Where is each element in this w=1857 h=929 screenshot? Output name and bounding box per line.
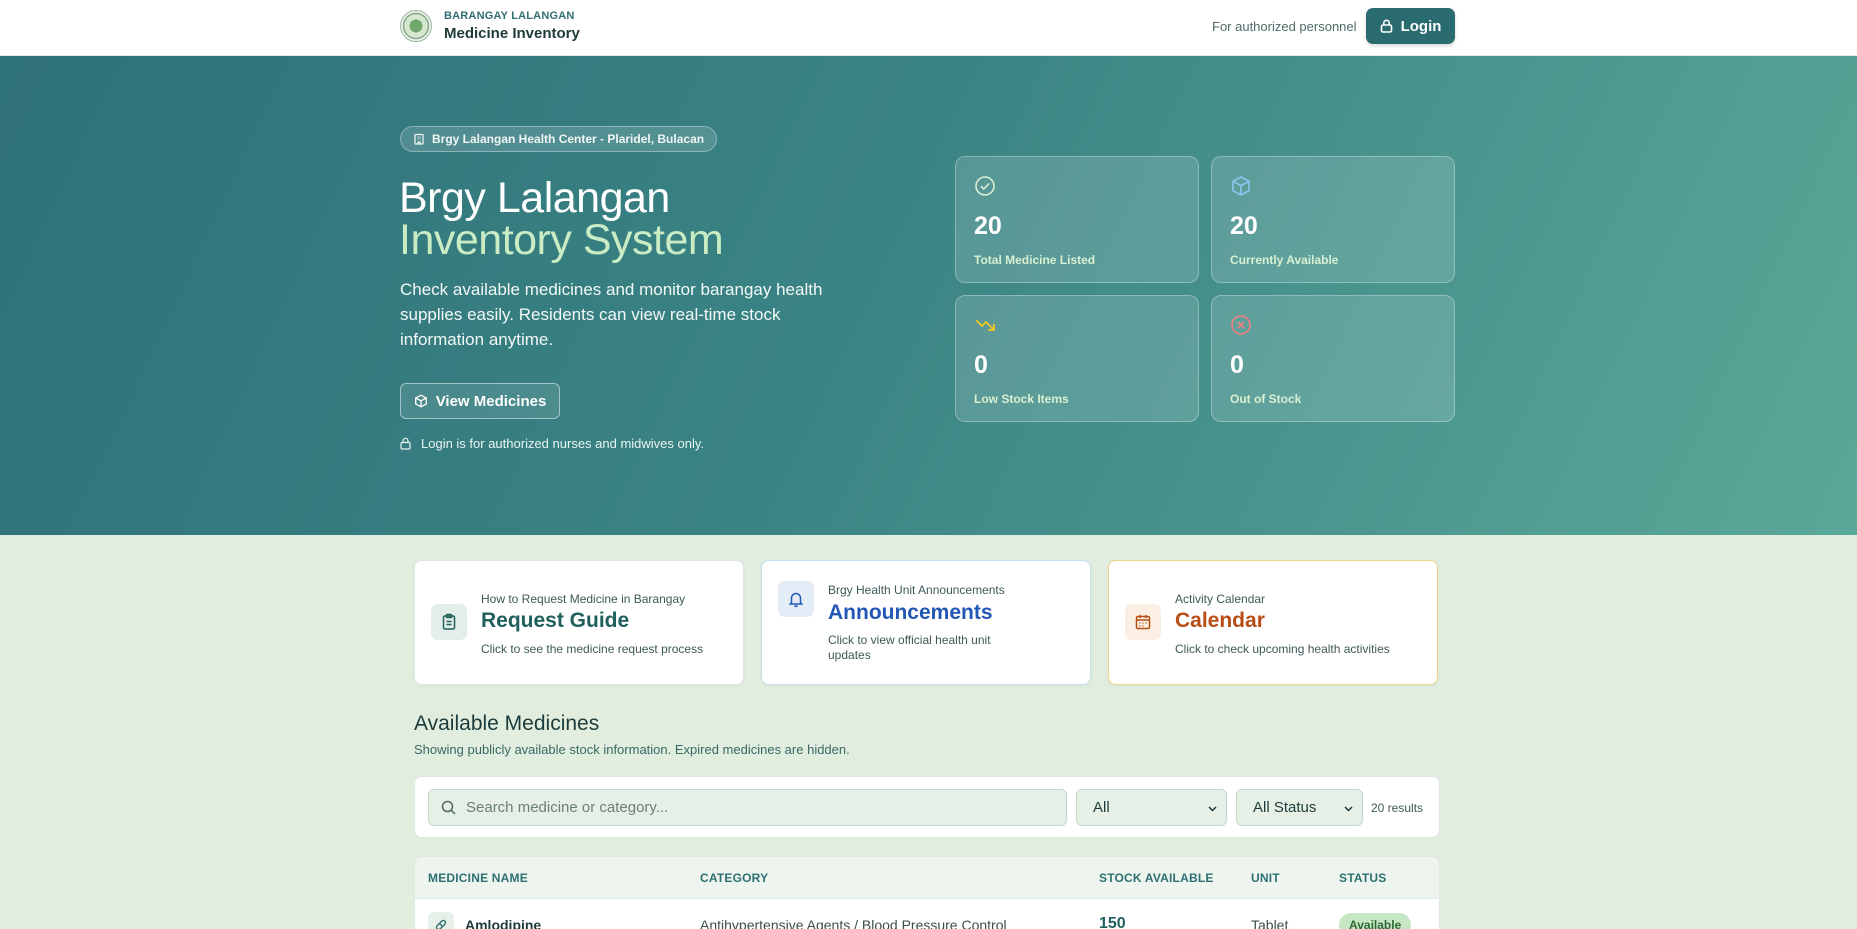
category-select[interactable]: All: [1076, 789, 1227, 826]
status-select-value: All Status: [1253, 799, 1317, 816]
announcements-card[interactable]: Brgy Health Unit Announcements Announcem…: [761, 560, 1091, 685]
box-icon: [1232, 176, 1250, 196]
results-count: 20 results: [1371, 801, 1424, 815]
brand-text: BARANGAY LALANGAN Medicine Inventory: [444, 10, 580, 42]
brand-title: Medicine Inventory: [444, 25, 580, 42]
x-circle-icon: [1231, 315, 1251, 335]
hero-section: Brgy Lalangan Health Center - Plaridel, …: [0, 56, 1857, 535]
card-subtitle: Activity Calendar: [1175, 592, 1266, 606]
card-subtitle: Brgy Health Unit Announcements: [828, 583, 1005, 597]
login-label: Login: [1400, 17, 1442, 35]
brand-subtitle: BARANGAY LALANGAN: [444, 10, 575, 22]
lock-icon: [1380, 19, 1392, 33]
column-header-unit[interactable]: UNIT: [1251, 871, 1280, 885]
card-title: Request Guide: [481, 609, 630, 632]
pill-icon: [428, 912, 454, 929]
medicine-name: Amlodipine: [465, 917, 542, 929]
section-title: Available Medicines: [414, 712, 600, 735]
table-header: MEDICINE NAME CATEGORY STOCK AVAILABLE U…: [415, 857, 1439, 899]
medicine-stock: 150: [1099, 915, 1126, 929]
top-navbar: BARANGAY LALANGAN Medicine Inventory For…: [0, 0, 1857, 56]
stat-card-available: 20 Currently Available: [1211, 156, 1455, 283]
view-medicines-label: View Medicines: [435, 392, 547, 410]
request-guide-card[interactable]: How to Request Medicine in Barangay Requ…: [414, 560, 744, 685]
section-description: Showing publicly available stock informa…: [414, 742, 850, 757]
clipboard-icon: [431, 604, 467, 640]
calendar-card[interactable]: Activity Calendar Calendar Click to chec…: [1108, 560, 1438, 685]
stat-value: 20: [974, 212, 1002, 240]
stat-label: Out of Stock: [1230, 392, 1302, 406]
building-icon: [414, 133, 424, 145]
lock-icon: [400, 437, 411, 450]
chevron-down-icon: [1208, 806, 1217, 812]
hero-title-line2: Inventory System: [399, 216, 724, 264]
stat-label: Low Stock Items: [974, 392, 1069, 406]
stat-value: 0: [974, 351, 988, 379]
login-button[interactable]: Login: [1366, 8, 1455, 44]
barangay-seal-logo: [400, 10, 432, 42]
medicines-table: MEDICINE NAME CATEGORY STOCK AVAILABLE U…: [414, 856, 1440, 929]
view-medicines-button[interactable]: View Medicines: [400, 383, 560, 419]
trending-down-icon: [975, 319, 995, 331]
stat-card-total: 20 Total Medicine Listed: [955, 156, 1199, 283]
card-description: Click to view official health unit updat…: [828, 633, 991, 662]
bell-icon: [778, 581, 814, 617]
stat-label: Total Medicine Listed: [974, 253, 1096, 267]
filter-bar: All All Status 20 results: [414, 776, 1440, 838]
column-header-category[interactable]: CATEGORY: [700, 871, 768, 885]
search-box[interactable]: [428, 789, 1067, 826]
search-icon: [441, 800, 456, 815]
status-badge: Available: [1339, 913, 1412, 929]
check-circle-icon: [975, 176, 995, 196]
stat-value: 0: [1230, 351, 1244, 379]
location-badge: Brgy Lalangan Health Center - Plaridel, …: [400, 126, 718, 152]
category-select-value: All: [1093, 799, 1110, 816]
medicine-category: Antihypertensive Agents / Blood Pressure…: [700, 917, 1007, 929]
login-note-text: Login is for authorized nurses and midwi…: [421, 436, 705, 451]
medicine-unit: Tablet: [1251, 917, 1289, 929]
search-input[interactable]: [466, 799, 1026, 816]
stat-value: 20: [1230, 212, 1258, 240]
stat-card-low-stock: 0 Low Stock Items: [955, 295, 1199, 422]
authorized-note: For authorized personnel: [1212, 19, 1357, 34]
card-title: Calendar: [1175, 609, 1265, 632]
column-header-stock[interactable]: STOCK AVAILABLE: [1099, 871, 1214, 885]
chevron-down-icon: [1344, 806, 1353, 812]
login-note: Login is for authorized nurses and midwi…: [400, 436, 704, 451]
box-icon: [414, 394, 427, 408]
card-subtitle: How to Request Medicine in Barangay: [481, 592, 686, 606]
hero-description: Check available medicines and monitor ba…: [400, 280, 823, 349]
card-title: Announcements: [828, 601, 993, 624]
stat-card-out-of-stock: 0 Out of Stock: [1211, 295, 1455, 422]
brand[interactable]: BARANGAY LALANGAN Medicine Inventory: [400, 10, 580, 42]
stat-label: Currently Available: [1230, 253, 1339, 267]
card-description: Click to see the medicine request proces…: [481, 642, 704, 656]
status-select[interactable]: All Status: [1236, 789, 1363, 826]
column-header-status[interactable]: STATUS: [1339, 871, 1386, 885]
column-header-name[interactable]: MEDICINE NAME: [428, 871, 528, 885]
location-text: Brgy Lalangan Health Center - Plaridel, …: [432, 132, 705, 146]
card-description: Click to check upcoming health activitie…: [1175, 642, 1390, 656]
calendar-icon: [1125, 604, 1161, 640]
